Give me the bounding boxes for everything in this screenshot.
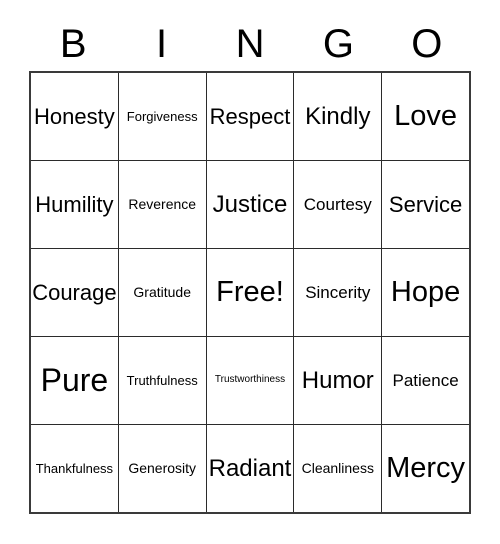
header-letter-g-label: G (322, 21, 354, 66)
bingo-cell[interactable]: Love (381, 73, 469, 160)
bingo-cell[interactable]: Courtesy (293, 161, 382, 248)
bingo-row: Thankfulness Generosity Radiant Cleanlin… (31, 424, 469, 512)
bingo-cell-label: Respect (209, 103, 291, 129)
bingo-cell[interactable]: Respect (205, 73, 294, 160)
bingo-cell-label: Radiant (208, 454, 292, 482)
bingo-cell[interactable]: Generosity (117, 425, 206, 512)
header-letter-b: B (29, 16, 117, 71)
bingo-cell[interactable]: Kindly (293, 73, 382, 160)
bingo-cell-label: Sincerity (305, 282, 371, 302)
bingo-cell[interactable]: Humility (31, 161, 118, 248)
bingo-cell[interactable]: Forgiveness (117, 73, 206, 160)
bingo-cell[interactable]: Justice (205, 161, 294, 248)
bingo-cell-label: Justice (212, 190, 288, 218)
bingo-cell[interactable]: Patience (381, 337, 469, 424)
bingo-cell-label: Gratitude (133, 284, 191, 301)
header-letter-g: G (294, 16, 382, 71)
bingo-grid: Honesty Forgiveness Respect Kindly Love … (29, 71, 471, 514)
header-letter-o: O (383, 16, 471, 71)
bingo-cell-label: Honesty (34, 103, 115, 129)
bingo-cell-label: Hope (390, 276, 461, 309)
bingo-cell-label: Generosity (128, 460, 197, 477)
bingo-cell-label: Courtesy (303, 194, 372, 214)
bingo-cell[interactable]: Honesty (31, 73, 118, 160)
bingo-cell-label: Love (394, 100, 458, 133)
header-letter-b-label: B (59, 21, 87, 66)
bingo-cell-label: Humor (301, 366, 374, 394)
bingo-cell[interactable]: Pure (31, 337, 118, 424)
bingo-cell-label: Humility (35, 191, 114, 217)
bingo-cell-label: Trustworthiness (214, 374, 286, 386)
bingo-cell[interactable]: Cleanliness (293, 425, 382, 512)
bingo-card: B I N G O Honesty Forgiveness Respect Ki… (0, 0, 500, 544)
bingo-cell[interactable]: Trustworthiness (205, 337, 294, 424)
bingo-header-row: B I N G O (29, 16, 471, 71)
bingo-row: Humility Reverence Justice Courtesy Serv… (31, 160, 469, 248)
bingo-cell[interactable]: Radiant (205, 425, 294, 512)
header-letter-i: I (117, 16, 205, 71)
bingo-cell[interactable]: Mercy (381, 425, 469, 512)
bingo-cell[interactable]: Sincerity (293, 249, 382, 336)
bingo-cell-label: Forgiveness (126, 108, 198, 124)
bingo-cell[interactable]: Gratitude (117, 249, 206, 336)
bingo-row: Courage Gratitude Free! Sincerity Hope (31, 248, 469, 336)
bingo-cell[interactable]: Thankfulness (31, 425, 118, 512)
bingo-row: Honesty Forgiveness Respect Kindly Love (31, 73, 469, 160)
bingo-cell-label: Patience (392, 370, 459, 390)
bingo-cell-label: Courage (32, 279, 117, 305)
bingo-row: Pure Truthfulness Trustworthiness Humor … (31, 336, 469, 424)
bingo-cell-label: Pure (40, 361, 109, 398)
header-letter-o-label: O (411, 21, 443, 66)
bingo-cell-label: Reverence (128, 196, 197, 213)
header-letter-n-label: N (235, 21, 265, 66)
bingo-cell-label: Cleanliness (301, 460, 374, 477)
bingo-cell[interactable]: Truthfulness (117, 337, 206, 424)
bingo-cell-label: Mercy (386, 452, 466, 485)
header-letter-n: N (206, 16, 294, 71)
bingo-cell-free-space[interactable]: Free! (205, 249, 294, 336)
bingo-cell-label: Service (388, 191, 463, 217)
bingo-cell[interactable]: Courage (31, 249, 118, 336)
bingo-cell-label: Truthfulness (126, 372, 198, 388)
bingo-cell-label: Free! (216, 276, 284, 309)
bingo-cell[interactable]: Reverence (117, 161, 206, 248)
bingo-cell-label: Kindly (305, 102, 371, 130)
bingo-cell[interactable]: Humor (293, 337, 382, 424)
bingo-cell-label: Thankfulness (35, 460, 114, 476)
header-letter-i-label: I (156, 21, 168, 66)
bingo-cell[interactable]: Service (381, 161, 469, 248)
bingo-cell[interactable]: Hope (381, 249, 469, 336)
